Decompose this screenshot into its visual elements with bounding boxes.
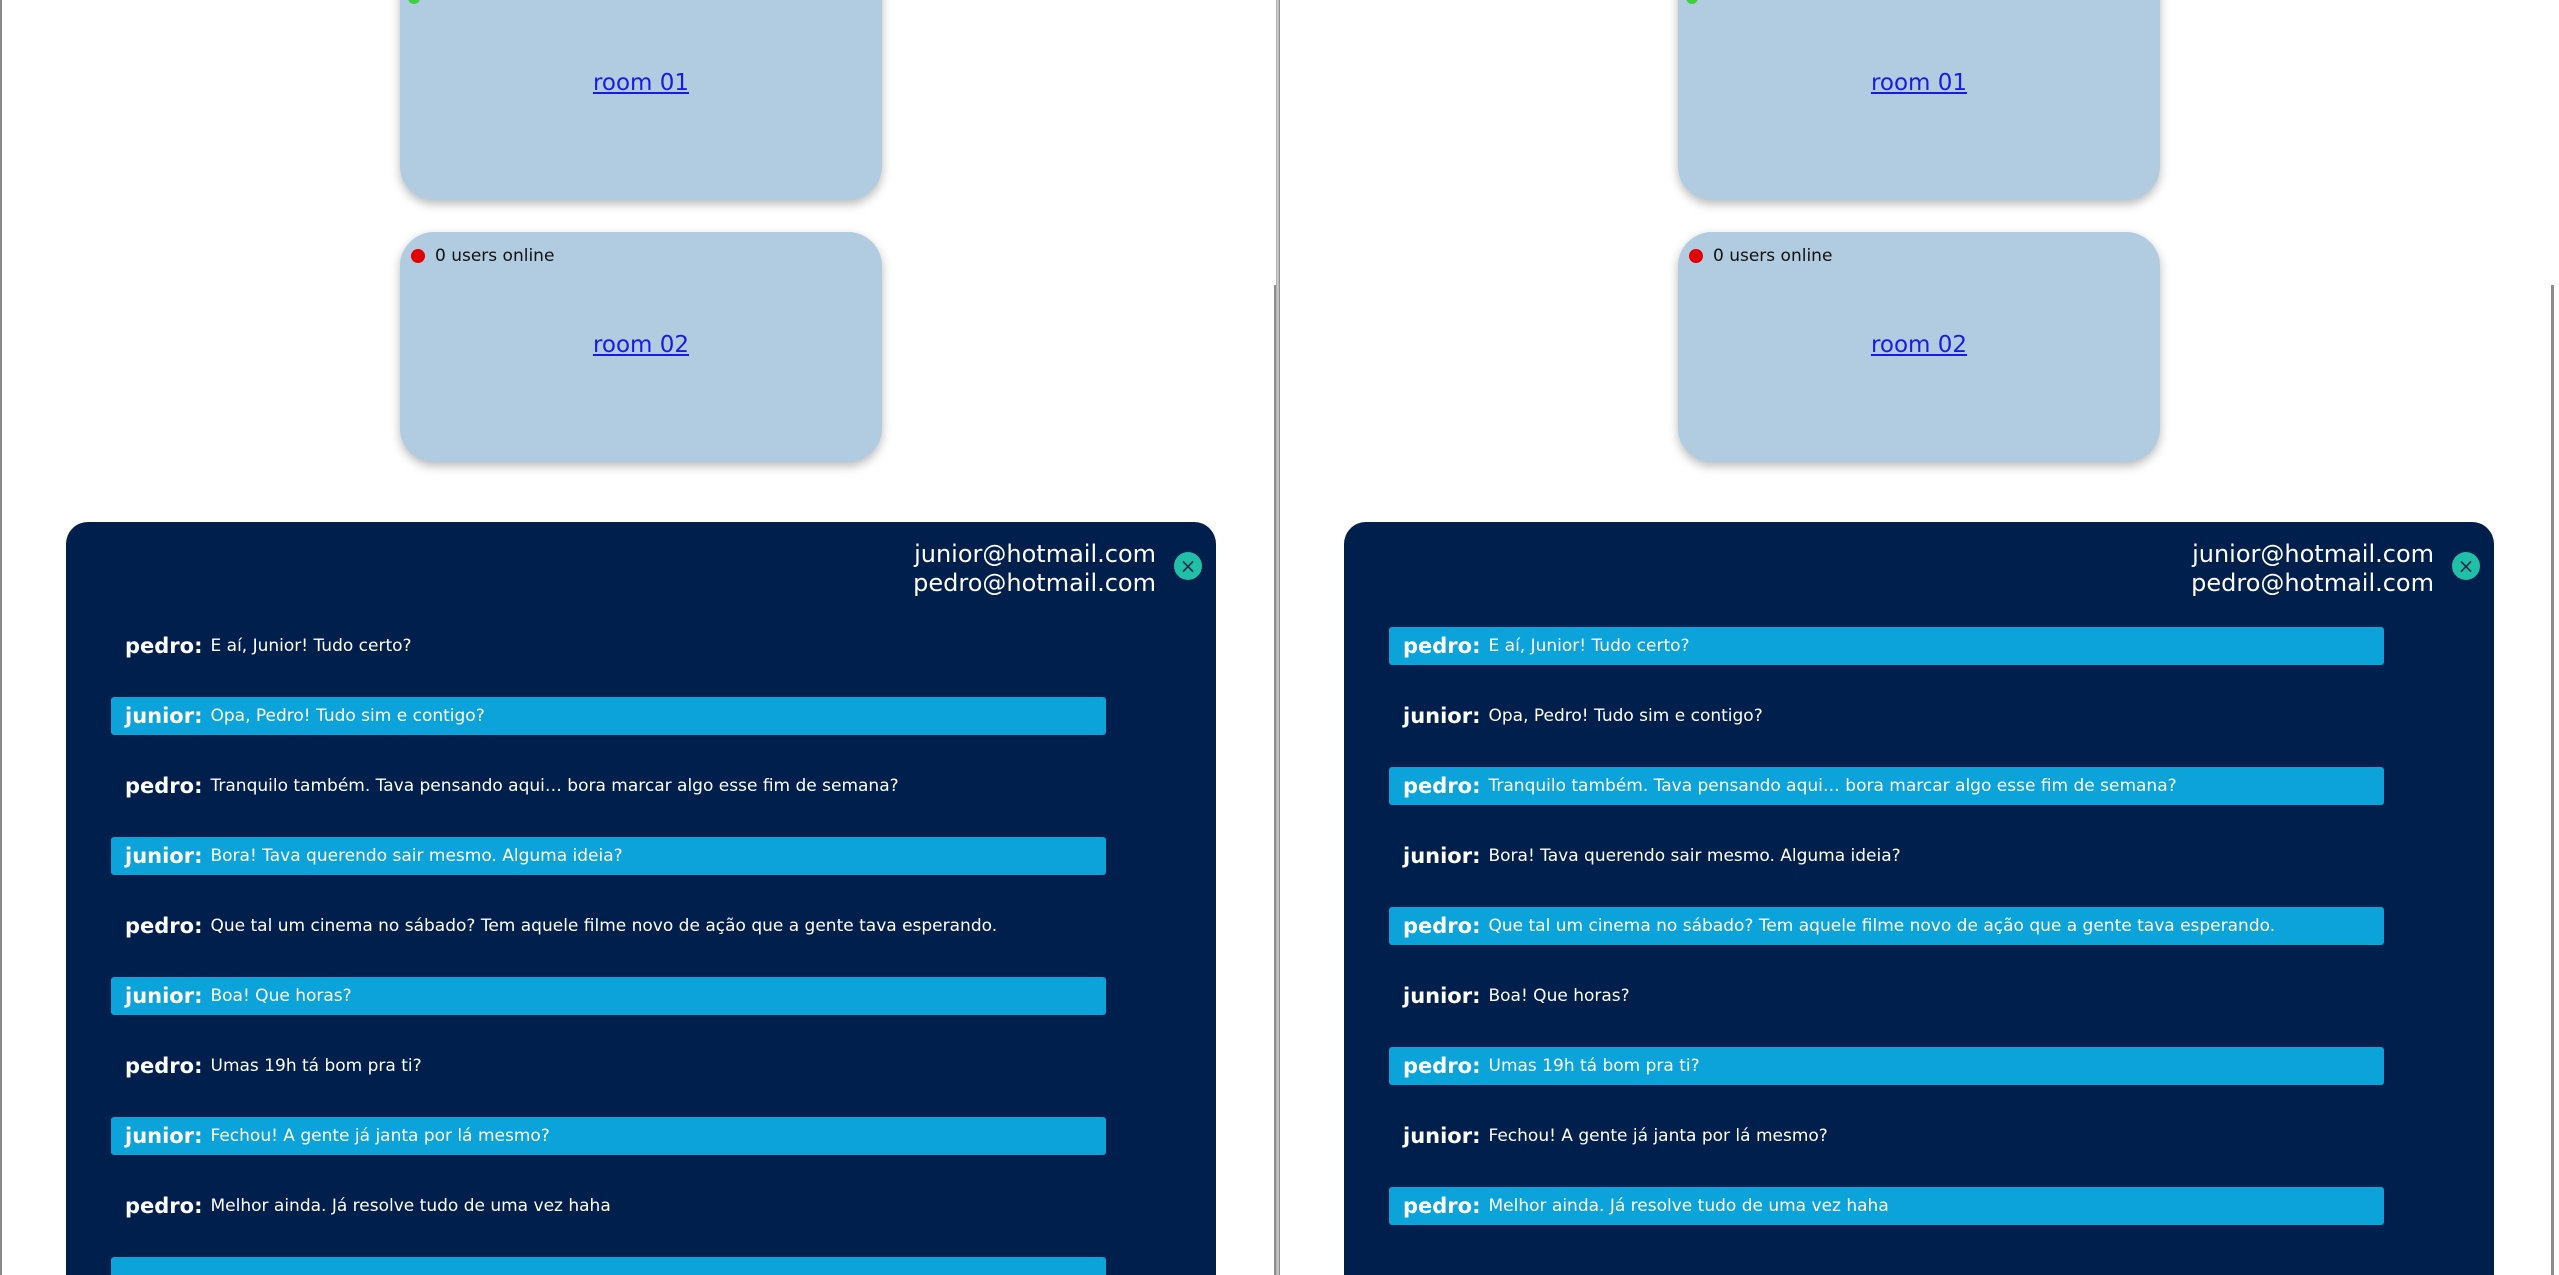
close-chat-button[interactable]: × <box>1174 552 1202 580</box>
message-text: Que tal um cinema no sábado? Tem aquele … <box>210 916 998 936</box>
left-browser-pane: room 01 0 users online room 02 junior@ho… <box>0 0 1276 1275</box>
room-card-01: room 01 <box>1678 0 2160 200</box>
participant-email: junior@hotmail.com <box>914 540 1156 568</box>
message-author: pedro: <box>1403 774 1481 798</box>
message-text: Umas 19h tá bom pra ti? <box>1488 1056 1700 1076</box>
chat-message: junior: Opa, Pedro! Tudo sim e contigo? <box>111 697 1106 735</box>
message-text: E aí, Junior! Tudo certo? <box>1488 636 1690 656</box>
message-text: Opa, Pedro! Tudo sim e contigo? <box>1488 706 1763 726</box>
chat-message: pedro: Umas 19h tá bom pra ti? <box>111 1047 1106 1085</box>
room-card-02: 0 users online room 02 <box>400 232 882 462</box>
message-author: pedro: <box>1403 634 1481 658</box>
close-chat-button[interactable]: × <box>2452 552 2480 580</box>
message-author: junior: <box>125 984 203 1008</box>
chat-message: junior: Bora! Tava querendo sair mesmo. … <box>111 837 1106 875</box>
message-text: Fechou! A gente já janta por lá mesmo? <box>1488 1126 1828 1146</box>
message-text: Bora! Tava querendo sair mesmo. Alguma i… <box>210 846 623 866</box>
room-link-01[interactable]: room 01 <box>400 70 882 96</box>
offline-status-dot <box>411 249 425 263</box>
chat-panel: junior@hotmail.com pedro@hotmail.com × p… <box>1344 522 2494 1275</box>
message-author: pedro: <box>125 774 203 798</box>
message-author: junior: <box>125 1124 203 1148</box>
message-text: Tranquilo também. Tava pensando aqui… bo… <box>210 776 899 796</box>
chat-message: pedro: Tranquilo também. Tava pensando a… <box>1389 767 2384 805</box>
message-author: junior: <box>125 704 203 728</box>
room-status: 0 users online <box>410 246 554 266</box>
message-author: junior: <box>1403 844 1481 868</box>
room-link-01[interactable]: room 01 <box>1678 70 2160 96</box>
chat-message: pedro: Que tal um cinema no sábado? Tem … <box>1389 907 2384 945</box>
chat-message: junior: Fechou! A gente já janta por lá … <box>1389 1117 2384 1155</box>
message-text: Boa! Que horas? <box>210 986 352 1006</box>
message-text: E aí, Junior! Tudo certo? <box>210 636 412 656</box>
chat-message: pedro: Umas 19h tá bom pra ti? <box>1389 1047 2384 1085</box>
message-author: junior: <box>1403 704 1481 728</box>
message-text: Melhor ainda. Já resolve tudo de uma vez… <box>210 1196 611 1216</box>
room-link-02[interactable]: room 02 <box>1678 332 2160 358</box>
chat-message: pedro: E aí, Junior! Tudo certo? <box>1389 627 2384 665</box>
participant-email: pedro@hotmail.com <box>2191 569 2434 597</box>
room-card-02: 0 users online room 02 <box>1678 232 2160 462</box>
message-author: junior: <box>1403 984 1481 1008</box>
participant-email: junior@hotmail.com <box>2192 540 2434 568</box>
message-author: pedro: <box>125 1054 203 1078</box>
message-author: pedro: <box>125 914 203 938</box>
chat-message: junior: Opa, Pedro! Tudo sim e contigo? <box>1389 697 2384 735</box>
message-author: pedro: <box>125 1194 203 1218</box>
message-author: pedro: <box>1403 914 1481 938</box>
message-text: Melhor ainda. Já resolve tudo de uma vez… <box>1488 1196 1889 1216</box>
offline-status-dot <box>1689 249 1703 263</box>
room-link-02[interactable]: room 02 <box>400 332 882 358</box>
right-browser-pane: room 01 0 users online room 02 junior@ho… <box>1280 0 2556 1275</box>
chat-message: pedro: Tranquilo também. Tava pensando a… <box>111 767 1106 805</box>
vertical-scrollbar[interactable] <box>2551 285 2554 1275</box>
message-author: junior: <box>1403 1124 1481 1148</box>
users-online-label: 0 users online <box>435 246 555 266</box>
chat-message: pedro: Melhor ainda. Já resolve tudo de … <box>1389 1187 2384 1225</box>
chat-message: junior: Bora! Tava querendo sair mesmo. … <box>1389 837 2384 875</box>
chat-message: junior: Boa! Que horas? <box>111 977 1106 1015</box>
chat-message: pedro: Melhor ainda. Já resolve tudo de … <box>111 1187 1106 1225</box>
app: room 01 0 users online room 02 junior@ho… <box>0 0 2559 1275</box>
chat-message-partial <box>1389 1257 2384 1275</box>
users-online-label: 0 users online <box>1713 246 1833 266</box>
chat-participants: junior@hotmail.com pedro@hotmail.com <box>913 540 1156 598</box>
chat-message: pedro: Que tal um cinema no sábado? Tem … <box>111 907 1106 945</box>
message-author: pedro: <box>1403 1054 1481 1078</box>
room-card-01: room 01 <box>400 0 882 200</box>
chat-participants: junior@hotmail.com pedro@hotmail.com <box>2191 540 2434 598</box>
message-text: Bora! Tava querendo sair mesmo. Alguma i… <box>1488 846 1901 866</box>
message-author: pedro: <box>1403 1194 1481 1218</box>
message-text: Fechou! A gente já janta por lá mesmo? <box>210 1126 550 1146</box>
online-status-dot <box>1686 0 1698 4</box>
chat-message-partial <box>111 1257 1106 1275</box>
online-status-dot <box>408 0 420 4</box>
message-author: junior: <box>125 844 203 868</box>
room-status: 0 users online <box>1688 246 1832 266</box>
chat-panel: junior@hotmail.com pedro@hotmail.com × p… <box>66 522 1216 1275</box>
participant-email: pedro@hotmail.com <box>913 569 1156 597</box>
chat-message: junior: Boa! Que horas? <box>1389 977 2384 1015</box>
message-text: Que tal um cinema no sábado? Tem aquele … <box>1488 916 2276 936</box>
chat-message: junior: Fechou! A gente já janta por lá … <box>111 1117 1106 1155</box>
message-text: Umas 19h tá bom pra ti? <box>210 1056 422 1076</box>
message-text: Opa, Pedro! Tudo sim e contigo? <box>210 706 485 726</box>
message-text: Tranquilo também. Tava pensando aqui… bo… <box>1488 776 2177 796</box>
chat-message: pedro: E aí, Junior! Tudo certo? <box>111 627 1106 665</box>
message-text: Boa! Que horas? <box>1488 986 1630 1006</box>
message-author: pedro: <box>125 634 203 658</box>
